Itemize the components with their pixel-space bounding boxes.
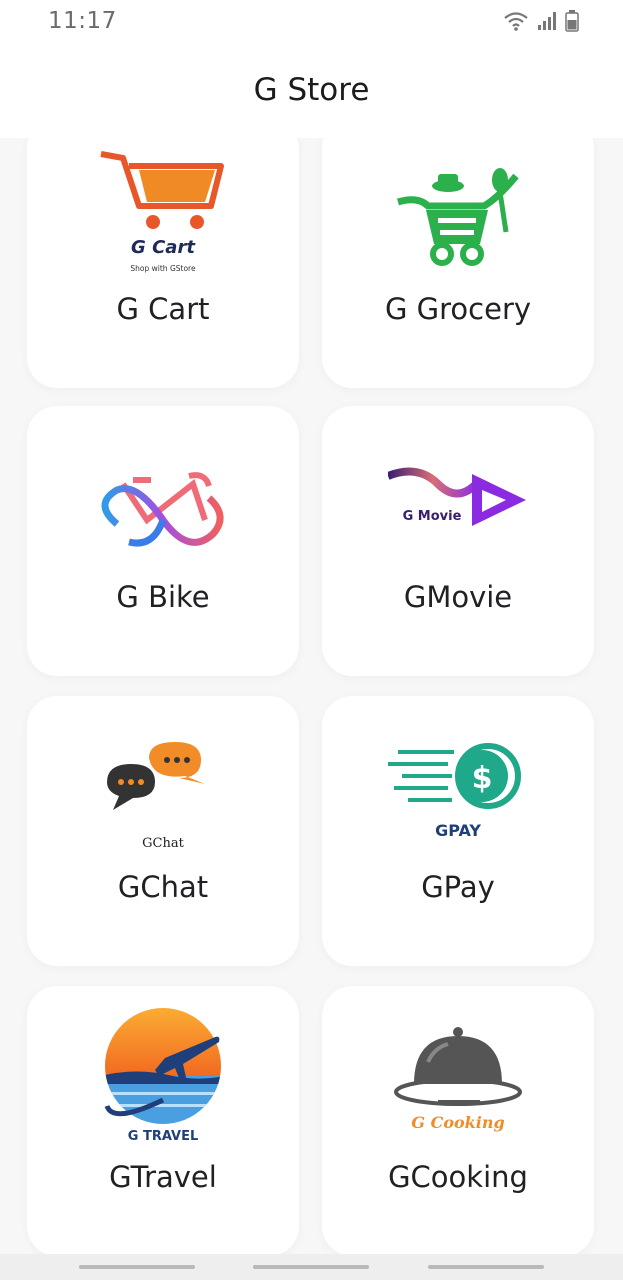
pay-logo-icon: $ GPAY — [388, 743, 521, 840]
app-label: G Cart — [116, 292, 210, 326]
app-header: G Store — [0, 44, 623, 138]
app-card-gchat[interactable]: GChat GChat — [27, 696, 299, 966]
app-grid: G Cart Shop with GStore G Cart G Grocery — [0, 138, 623, 1254]
nav-home-button[interactable] — [253, 1265, 369, 1269]
app-label: GChat — [117, 870, 209, 904]
movie-logo-icon: G Movie — [388, 467, 526, 526]
app-label: G Grocery — [384, 292, 532, 326]
chat-logo-text: GChat — [142, 836, 184, 851]
app-card-g-cart[interactable]: G Cart Shop with GStore G Cart — [27, 138, 299, 388]
app-card-gcooking[interactable]: G Cooking GCooking — [322, 986, 594, 1254]
app-label: GPay — [421, 870, 495, 904]
travel-logo-text: G TRAVEL — [128, 1129, 198, 1144]
chat-logo-icon: GChat — [107, 742, 205, 851]
app-card-g-bike[interactable]: G Bike — [27, 406, 299, 676]
movie-logo-text: G Movie — [403, 509, 462, 524]
app-card-gmovie[interactable]: G Movie GMovie — [322, 406, 594, 676]
travel-logo-icon: G TRAVEL — [104, 1008, 221, 1144]
cooking-logo-text: G Cooking — [411, 1113, 504, 1132]
nav-recents-button[interactable] — [79, 1265, 195, 1269]
grocery-logo-icon — [396, 168, 519, 266]
status-icons — [503, 10, 579, 32]
app-card-gtravel[interactable]: G TRAVEL GTravel — [27, 986, 299, 1254]
nav-back-button[interactable] — [428, 1265, 544, 1269]
wifi-icon — [504, 12, 528, 31]
svg-text:$: $ — [472, 761, 493, 796]
system-nav-bar — [0, 1254, 623, 1280]
status-bar: 11:17 — [0, 0, 623, 44]
status-time: 11:17 — [48, 8, 117, 34]
app-label: GMovie — [403, 580, 513, 614]
app-card-g-grocery[interactable]: G Grocery — [322, 138, 594, 388]
cart-logo-subtext: Shop with GStore — [130, 264, 196, 273]
page-title: G Store — [253, 72, 370, 108]
cooking-logo-icon: G Cooking — [394, 1027, 522, 1132]
bike-logo-icon — [101, 472, 224, 547]
app-label: GCooking — [388, 1160, 528, 1194]
pay-logo-text: GPAY — [435, 821, 481, 840]
app-label: GTravel — [109, 1160, 217, 1194]
battery-icon — [565, 10, 579, 32]
cart-logo-text: G Cart — [131, 237, 196, 258]
app-card-gpay[interactable]: $ GPAY GPay — [322, 696, 594, 966]
cart-logo-icon: G Cart Shop with GStore — [100, 151, 224, 273]
app-label: G Bike — [116, 580, 210, 614]
signal-icon — [538, 12, 556, 30]
